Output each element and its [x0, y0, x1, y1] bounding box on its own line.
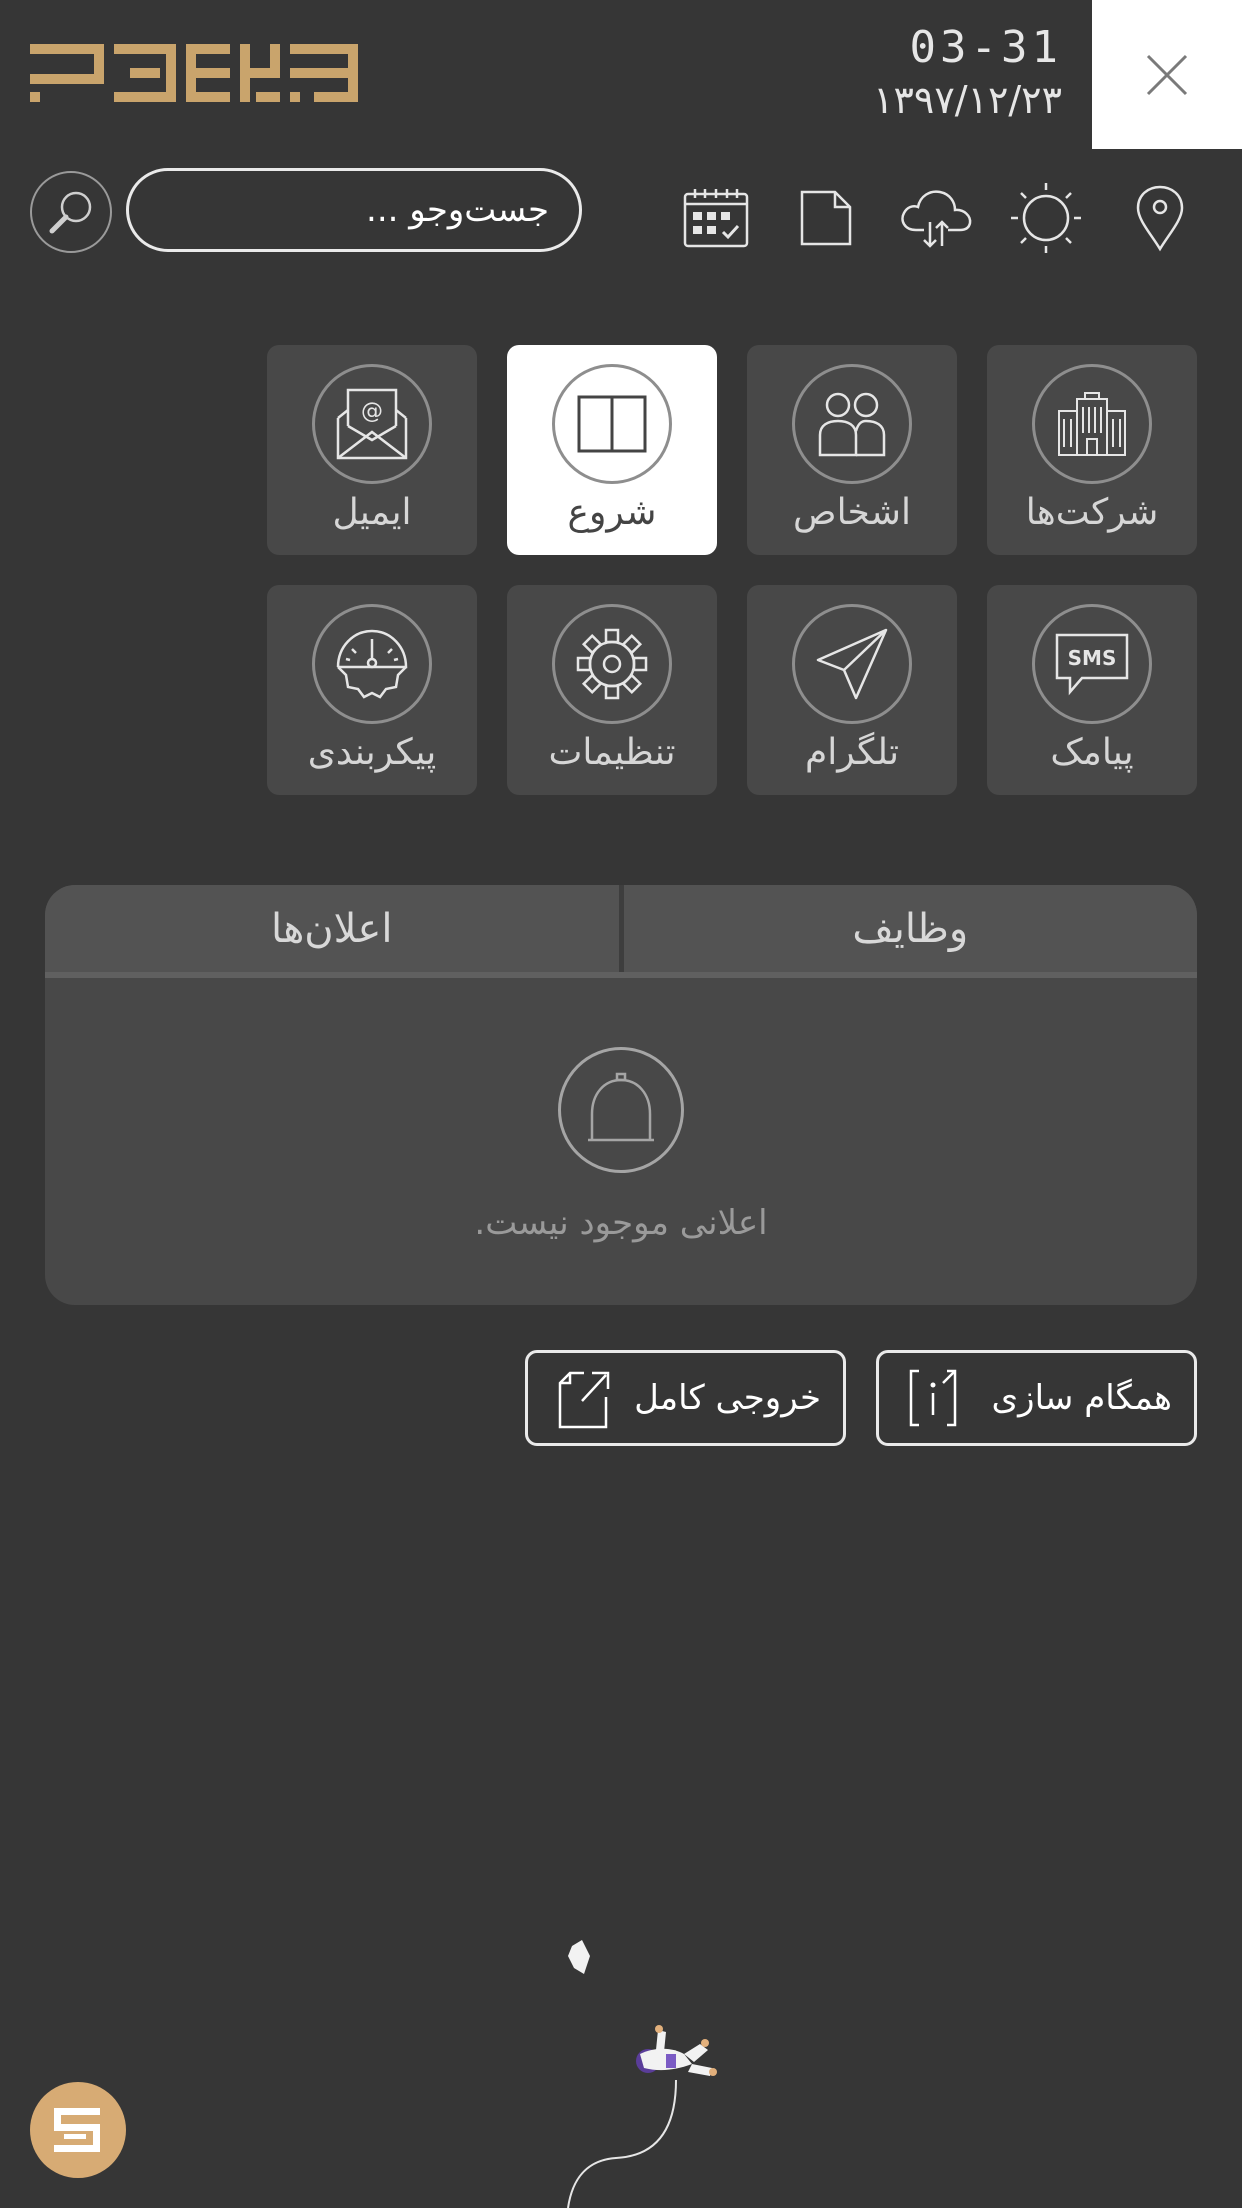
- theme-button[interactable]: [1006, 178, 1086, 258]
- company-logo: [30, 44, 358, 102]
- email-icon: @: [336, 388, 408, 460]
- panel-tabs: اعلان‌ها وظایف: [45, 885, 1197, 972]
- tile-sms[interactable]: SMS پیامک: [987, 585, 1197, 795]
- tile-label: تلگرام: [805, 732, 899, 773]
- tile-label: شرکت‌ها: [1025, 492, 1159, 533]
- menu-fab[interactable]: [30, 2082, 126, 2178]
- svg-text:SMS: SMS: [1068, 646, 1117, 670]
- search-input[interactable]: [126, 168, 582, 252]
- tile-label: پیامک: [1050, 732, 1134, 773]
- sync-button-label: همگام سازی: [991, 1378, 1172, 1418]
- tile-label: شروع: [567, 492, 657, 533]
- buildings-icon: [1058, 392, 1126, 456]
- export-icon: [558, 1371, 610, 1429]
- tab-announcements[interactable]: اعلان‌ها: [45, 885, 619, 972]
- search-icon: [49, 191, 92, 234]
- gear-icon: [576, 628, 648, 700]
- tab-tasks[interactable]: وظایف: [624, 885, 1198, 972]
- tile-companies[interactable]: شرکت‌ها: [987, 345, 1197, 555]
- sync-info-icon: [909, 1369, 957, 1427]
- empty-state-bell: [558, 1047, 684, 1173]
- notifications-panel: اعلان‌ها وظایف اعلانی موجود نیست.: [45, 885, 1197, 1305]
- calendar-button[interactable]: [676, 178, 756, 258]
- tab-underline: [45, 972, 1197, 978]
- tile-settings[interactable]: تنظیمات: [507, 585, 717, 795]
- clock-time: 03-31: [909, 22, 1062, 73]
- logo-mark-icon: [54, 2108, 100, 2152]
- cloud-sync-icon: [901, 190, 972, 248]
- tile-people[interactable]: اشخاص: [747, 345, 957, 555]
- people-icon: [818, 392, 886, 457]
- tile-email[interactable]: @ ایمیل: [267, 345, 477, 555]
- tile-label: تنظیمات: [548, 732, 676, 773]
- location-button[interactable]: [1120, 178, 1200, 258]
- panels-icon: [577, 395, 647, 453]
- tile-telegram[interactable]: تلگرام: [747, 585, 957, 795]
- sun-icon: [1011, 183, 1081, 253]
- svg-text:@: @: [361, 399, 383, 424]
- tile-configuration[interactable]: پیکربندی: [267, 585, 477, 795]
- location-pin-icon: [1136, 185, 1184, 252]
- dashboard-icon: [336, 629, 408, 699]
- bell-icon: [588, 1072, 654, 1142]
- full-export-button[interactable]: خروجی کامل: [525, 1350, 846, 1446]
- close-icon: [1146, 54, 1188, 95]
- tile-label: پیکربندی: [307, 732, 437, 773]
- cloud-sync-button[interactable]: [896, 178, 976, 258]
- export-button-label: خروجی کامل: [634, 1378, 821, 1418]
- sync-button[interactable]: همگام سازی: [876, 1350, 1197, 1446]
- close-button[interactable]: [1092, 0, 1242, 149]
- document-button[interactable]: [786, 178, 866, 258]
- tile-label: اشخاص: [793, 492, 911, 533]
- tile-start[interactable]: شروع: [507, 345, 717, 555]
- calendar-icon: [683, 189, 749, 248]
- persian-date: ۱۳۹۷/۱۲/۲۳: [873, 78, 1062, 122]
- empty-state-message: اعلانی موجود نیست.: [474, 1203, 768, 1243]
- tile-label: ایمیل: [332, 492, 412, 533]
- sms-icon: SMS: [1055, 633, 1129, 696]
- document-icon: [800, 190, 852, 246]
- search-button[interactable]: [30, 171, 112, 253]
- telegram-icon: [816, 628, 888, 700]
- astronaut-illustration: [567, 1940, 717, 2208]
